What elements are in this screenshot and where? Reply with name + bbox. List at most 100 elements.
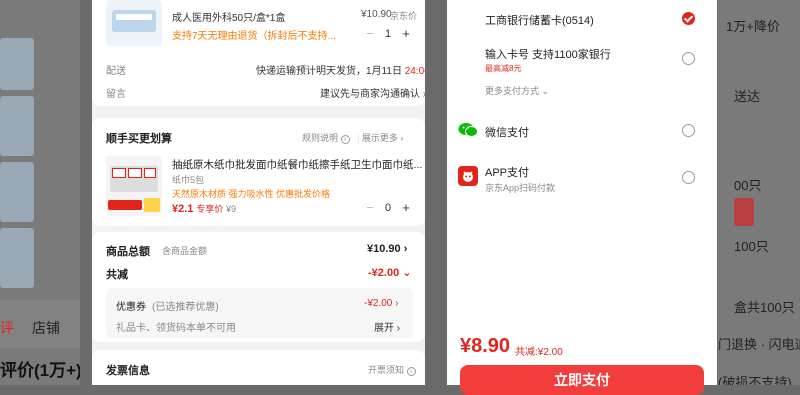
info-icon: i — [340, 135, 350, 144]
remark-hint: 建议先与商家沟通确认 — [320, 89, 420, 100]
payment-total: ¥8.90 — [460, 335, 511, 357]
addon-item-name[interactable]: 抽纸原木纸巾批发面巾纸餐巾纸擦手纸卫生巾面巾纸... — [172, 157, 422, 172]
invoice-notice-label: 开票须知 — [368, 365, 405, 375]
chevron-right-icon: › — [395, 298, 399, 309]
coupon-value[interactable]: -¥2.00 › — [364, 298, 398, 309]
rules-link[interactable]: 规则说明 i — [302, 131, 350, 144]
delivery-deadline: 24:00前送达 — [404, 66, 425, 77]
show-more-link[interactable]: | 展示更多 › — [357, 131, 403, 144]
addon-item-image — [106, 156, 162, 216]
more-payment-methods[interactable]: 更多支付方式 ⌄ — [485, 84, 549, 97]
reviews-count: 1万+ — [726, 19, 754, 34]
quantity-value[interactable]: 1 — [380, 28, 396, 40]
service-text: 门退换 · 闪电退款 — [718, 337, 800, 352]
total-sub: 含商品金额 — [162, 246, 208, 256]
background-tabs: 评 店铺 — [0, 300, 80, 348]
product-thumb-bg — [0, 162, 34, 222]
app-pay-label: APP支付 — [485, 167, 530, 179]
app-pay-radio[interactable] — [682, 171, 695, 184]
delivery-card: 配送 快递运输预计明天发货，1月11日 24:00前送达 › 留言 建议先与商家… — [92, 52, 425, 106]
total-label: 商品总额 — [106, 246, 150, 258]
wechat-icon — [458, 122, 478, 138]
addon-item-spec: 纸巾5包 — [172, 175, 205, 185]
decrease-button[interactable]: − — [360, 200, 380, 215]
addon-card: 顺手买更划算 规则说明 i | 展示更多 › 抽纸原木纸巾批发面巾纸餐巾纸擦手纸… — [92, 118, 425, 226]
payment-total-discount: 共减:¥2.00 — [515, 347, 563, 358]
delivery-estimate: 快递运输预计明天发货，1月11日 — [256, 66, 402, 77]
remark-text[interactable]: 建议先与商家沟通确认 › — [320, 85, 425, 100]
addon-quantity-stepper: − 0 + — [360, 200, 416, 215]
order-panel: 成人医用外科50只/盒*1盒 ¥10.90 京东价 支持7天无理由退货（拆封后不… — [92, 0, 425, 385]
product-image — [106, 0, 162, 46]
selected-spec-box — [734, 198, 754, 226]
invoice-label: 发票信息 — [106, 365, 150, 377]
chevron-down-icon: ⌄ — [541, 86, 550, 96]
chevron-right-icon: › — [400, 133, 404, 143]
increase-button[interactable]: + — [396, 200, 416, 215]
addon-item-price-type: 专享价 — [196, 204, 224, 214]
bank-card-label: 工商银行储蓄卡(0514) — [485, 15, 594, 27]
new-card-label: 输入卡号 支持1100家银行 — [485, 49, 611, 61]
return-policy: 支持7天无理由退货（拆封后不支持... — [172, 31, 336, 42]
tab-shop[interactable]: 店铺 — [32, 318, 60, 338]
chevron-right-icon: › — [396, 323, 401, 334]
total-value[interactable]: ¥10.90 › — [367, 243, 407, 255]
spec-option: 100只 — [734, 239, 769, 254]
total-amount: ¥10.90 — [367, 243, 401, 255]
new-card-radio[interactable] — [682, 52, 695, 65]
addon-item-price: ¥2.1 — [172, 203, 194, 215]
chevron-down-icon: ⌄ — [402, 267, 412, 279]
discount-label: 共减 — [106, 269, 128, 281]
addon-item-price-row: ¥2.1 专享价 ¥9 — [172, 202, 236, 215]
product-price: ¥10.90 — [361, 9, 392, 20]
reviews-heading: 评价(1万+) — [0, 361, 80, 380]
chevron-right-icon: › — [403, 243, 408, 255]
chevron-right-icon: › — [423, 89, 425, 100]
background-right: 降价 1万+ 送达 00只 100只 盒共100只 门退换 · 闪电退款 (破损… — [718, 0, 800, 385]
coupon-amount: -¥2.00 — [364, 298, 393, 309]
rules-label: 规则说明 — [302, 133, 339, 143]
wechat-radio[interactable] — [682, 124, 695, 137]
quantity-value[interactable]: 0 — [380, 202, 396, 214]
expand-link[interactable]: 展开 › — [374, 319, 400, 334]
product-name: 成人医用外科50只/盒*1盒 — [172, 13, 286, 24]
addon-item-tags: 天然原木材质 强力吸水性 优惠批发价格 — [172, 189, 331, 199]
more-methods-label: 更多支付方式 — [485, 86, 540, 96]
coupon-sub: (已选推荐优惠) — [152, 302, 219, 313]
addon-title: 顺手买更划算 — [106, 133, 172, 145]
discount-value[interactable]: -¥2.00 ⌄ — [368, 266, 411, 279]
jd-app-icon — [458, 166, 478, 186]
coupon-box: 优惠券 (已选推荐优惠) -¥2.00 › 礼品卡、领货码本单不可用 展开 › — [106, 288, 413, 338]
discount-amount: -¥2.00 — [368, 267, 400, 279]
delivery-label: 配送 — [106, 66, 126, 77]
wechat-label: 微信支付 — [485, 127, 529, 139]
info-icon: i — [406, 367, 416, 376]
remark-label: 留言 — [106, 89, 126, 100]
new-card-promo: 最高减8元 — [485, 64, 522, 73]
quantity-stepper: − 1 + — [360, 26, 416, 41]
invoice-notice-link[interactable]: 开票须知 i — [368, 363, 416, 376]
decrease-button[interactable]: − — [360, 26, 380, 41]
coupon-label: 优惠券 — [116, 302, 146, 313]
price-drop-label: 降价 — [754, 19, 781, 34]
delivery-text[interactable]: 快递运输预计明天发货，1月11日 24:00前送达 › — [256, 62, 425, 77]
pay-now-button[interactable]: 立即支付 — [460, 365, 704, 395]
delivery-label-bg: 送达 — [734, 89, 761, 104]
gift-card-note: 礼品卡、领货码本单不可用 — [116, 323, 236, 334]
increase-button[interactable]: + — [396, 26, 416, 41]
addon-item-orig-price: ¥9 — [226, 204, 237, 214]
tab-reviews[interactable]: 评 — [0, 318, 14, 338]
price-type: 京东价 — [390, 11, 418, 21]
product-thumb-bg — [0, 228, 34, 288]
spec-option: 盒共100只 — [734, 300, 795, 315]
bank-card-radio[interactable] — [682, 12, 695, 25]
payment-panel: 工商银行储蓄卡(0514) 输入卡号 支持1100家银行 最高减8元 更多支付方… — [447, 0, 717, 395]
app-pay-sub: 京东App扫码付款 — [485, 183, 556, 193]
expand-label: 展开 — [374, 323, 394, 334]
summary-card: 商品总额 含商品金额 ¥10.90 › 共减 -¥2.00 ⌄ 优惠券 (已选推… — [92, 232, 425, 342]
service-text: (破损不支持) — [718, 375, 792, 385]
invoice-card: 发票信息 开票须知 i — [92, 350, 425, 385]
show-more-label: 展示更多 — [361, 133, 398, 143]
product-thumb-bg — [0, 38, 34, 90]
spec-option: 00只 — [734, 178, 762, 193]
